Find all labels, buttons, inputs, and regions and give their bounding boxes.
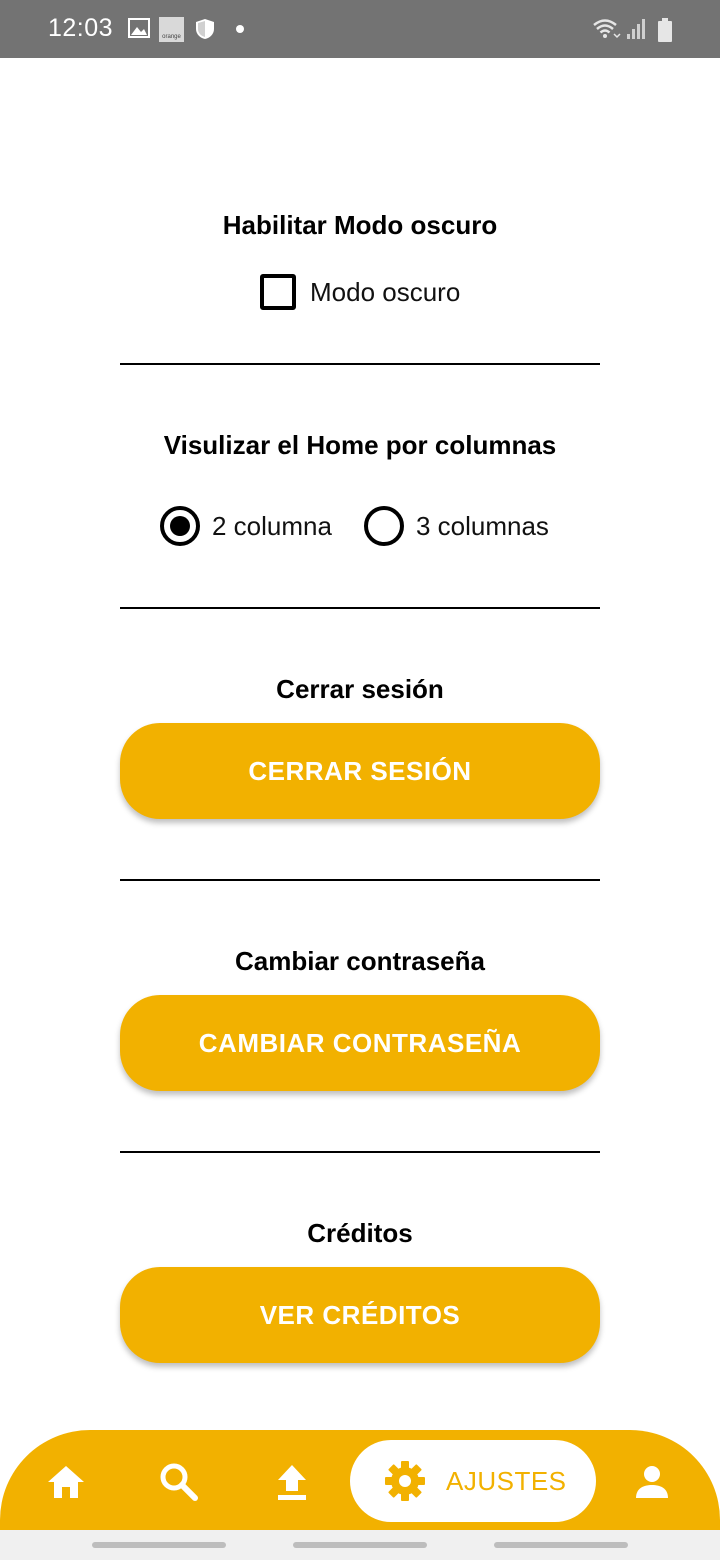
view-credits-button[interactable]: VER CRÉDITOS xyxy=(120,1267,600,1363)
gear-icon[interactable] xyxy=(384,1460,426,1502)
back-gesture[interactable] xyxy=(494,1542,628,1548)
orange-icon: orange xyxy=(159,17,184,42)
logout-title: Cerrar sesión xyxy=(276,674,444,704)
radio-button-selected[interactable] xyxy=(160,506,200,546)
upload-icon[interactable] xyxy=(275,1463,309,1501)
divider xyxy=(120,1151,600,1153)
wifi-icon xyxy=(593,19,621,39)
battery-icon xyxy=(658,18,672,42)
nav-upload[interactable] xyxy=(270,1460,314,1504)
divider xyxy=(120,879,600,881)
bottom-navigation: AJUSTES xyxy=(0,1430,720,1530)
credits-title: Créditos xyxy=(307,1218,413,1248)
person-icon[interactable] xyxy=(634,1464,670,1500)
nav-profile[interactable] xyxy=(630,1460,674,1504)
recent-apps-gesture[interactable] xyxy=(92,1542,226,1548)
dark-mode-title: Habilitar Modo oscuro xyxy=(222,210,498,240)
radio-option-3-columns[interactable]: 3 columnas xyxy=(363,506,549,546)
nav-home[interactable] xyxy=(44,1460,88,1504)
status-time: 12:03 xyxy=(48,14,114,42)
carrier-badge-text: orange xyxy=(162,34,181,40)
home-icon[interactable] xyxy=(46,1464,86,1500)
status-bar: 12:03 orange xyxy=(0,0,720,58)
home-gesture[interactable] xyxy=(293,1542,427,1548)
change-password-button[interactable]: CAMBIAR CONTRASEÑA xyxy=(120,995,600,1091)
radio-option-2-columns[interactable]: 2 columna xyxy=(160,506,332,546)
divider xyxy=(120,363,600,365)
logout-button[interactable]: CERRAR SESIÓN xyxy=(120,723,600,819)
dark-mode-checkbox[interactable]: Modo oscuro xyxy=(260,274,460,310)
shield-icon xyxy=(196,19,214,39)
radio-label-3-columns[interactable]: 3 columnas xyxy=(416,511,549,542)
radio-button-unselected[interactable] xyxy=(363,506,404,546)
change-password-title: Cambiar contraseña xyxy=(235,946,485,976)
nav-settings-label[interactable]: AJUSTES xyxy=(446,1466,567,1497)
system-navigation-bar xyxy=(0,1530,720,1560)
dark-mode-checkbox-label[interactable]: Modo oscuro xyxy=(310,277,460,308)
radio-dot xyxy=(170,516,190,536)
divider xyxy=(120,607,600,609)
checkbox-box[interactable] xyxy=(260,274,296,310)
signal-icon xyxy=(627,19,645,39)
columns-radio-group: 2 columna 3 columnas xyxy=(160,506,549,546)
columns-title: Visulizar el Home por columnas xyxy=(163,430,557,460)
gallery-icon xyxy=(128,18,150,38)
settings-screen: 12:03 orange Habilitar Modo oscuro Modo … xyxy=(0,0,720,1560)
notification-dot-icon xyxy=(236,25,244,33)
radio-label-2-columns[interactable]: 2 columna xyxy=(212,511,332,542)
search-icon[interactable] xyxy=(159,1462,199,1502)
nav-settings-active[interactable]: AJUSTES xyxy=(350,1440,596,1522)
nav-search[interactable] xyxy=(157,1460,201,1504)
